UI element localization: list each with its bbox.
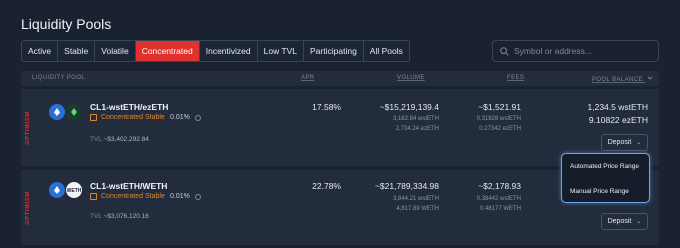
tab-stable[interactable]: Stable	[58, 41, 96, 61]
volume-token-b: 4,817.89 WETH	[396, 206, 439, 212]
wsteth-token-icon	[49, 182, 65, 198]
tab-incentivized[interactable]: Incentivized	[199, 41, 258, 61]
header-volume[interactable]: VOLUME	[397, 75, 425, 81]
deposit-label: Deposit	[607, 218, 632, 225]
fees-token-a: 0.31828 wstETH	[476, 116, 521, 122]
deposit-button[interactable]: Deposit ⌄	[601, 134, 648, 151]
tvl-label: TVL	[90, 213, 102, 220]
search-icon	[500, 46, 509, 56]
volume-token-a: 3,182.84 wstETH	[392, 116, 439, 122]
network-label: OPTIMISM	[25, 190, 31, 225]
deposit-button[interactable]: Deposit ⌄	[601, 213, 648, 230]
fees-value: ~$2,178.93	[478, 181, 521, 191]
header-apr[interactable]: APR	[301, 75, 315, 81]
search-input[interactable]	[514, 46, 654, 56]
chevron-down-icon: ⌄	[636, 219, 642, 225]
balance-token-a: 1,234.5 wstETH	[587, 102, 648, 112]
pool-type-icon	[90, 114, 97, 121]
svg-text:WETH: WETH	[67, 188, 81, 194]
tvl-value: ~$3,076,120.16	[103, 213, 149, 220]
apr-value: 17.58%	[312, 102, 341, 112]
pool-name[interactable]: CL1-wstETH/WETH	[90, 181, 167, 191]
network-label: OPTIMISM	[25, 110, 31, 145]
volume-value: ~$15,219,139.4	[379, 102, 439, 112]
tab-concentrated[interactable]: Concentrated	[135, 41, 200, 61]
fees-token-a: 0.38442 wstETH	[476, 196, 521, 202]
fees-token-b: 0.48177 WETH	[479, 206, 521, 212]
balance-token-b: 9.10822 ezETH	[588, 115, 648, 125]
table-header: LIQUIDITY POOL APR VOLUME FEES POOL BALA…	[21, 71, 659, 86]
pool-type-label: Concentrated Stable	[101, 193, 165, 200]
pool-fee: 0.01%	[170, 193, 190, 200]
wsteth-token-icon	[49, 104, 65, 120]
pool-type: Concentrated Stable	[90, 193, 165, 200]
header-pool-balance-label: POOL BALANCE	[592, 77, 643, 83]
volume-token-a: 3,844.21 wstETH	[392, 196, 439, 202]
pool-name[interactable]: CL1-wstETH/ezETH	[90, 102, 168, 112]
pool-type-icon	[90, 193, 97, 200]
volume-value: ~$21,789,334.98	[374, 181, 439, 191]
tvl-value: ~$3,402,292.84	[103, 136, 149, 143]
header-fees[interactable]: FEES	[507, 75, 524, 81]
tab-volatile[interactable]: Volatile	[95, 41, 136, 61]
chevron-down-icon: ⌄	[636, 140, 642, 146]
menu-item-manual-price-range[interactable]: Manual Price Range	[570, 188, 629, 195]
fees-value: ~$1,521.91	[478, 102, 521, 112]
menu-item-automated-price-range[interactable]: Automated Price Range	[570, 163, 639, 170]
page-title: Liquidity Pools	[21, 16, 112, 32]
volume-token-b: 2,734.24 ezETH	[395, 126, 439, 132]
pool-type: Concentrated Stable	[90, 114, 165, 121]
tab-active[interactable]: Active	[22, 41, 59, 61]
tab-participating[interactable]: Participating	[304, 41, 364, 61]
header-liquidity-pool: LIQUIDITY POOL	[32, 75, 86, 81]
apr-value: 22.78%	[312, 181, 341, 191]
tvl: TVL ~$3,402,292.84	[90, 136, 149, 143]
deposit-menu: Automated Price Range Manual Price Range	[561, 153, 650, 203]
info-icon[interactable]	[195, 115, 201, 121]
tvl: TVL ~$3,076,120.16	[90, 213, 149, 220]
pool-type-label: Concentrated Stable	[101, 114, 165, 121]
ezeth-token-icon	[66, 104, 82, 120]
search-box	[492, 40, 659, 62]
header-pool-balance[interactable]: POOL BALANCE	[592, 75, 653, 83]
fees-token-b: 0.27342 ezETH	[479, 126, 521, 132]
tab-low-tvl[interactable]: Low TVL	[257, 41, 305, 61]
deposit-label: Deposit	[607, 139, 632, 146]
pool-fee: 0.01%	[170, 114, 190, 121]
chevron-down-icon	[647, 76, 653, 80]
tab-all-pools[interactable]: All Pools	[363, 41, 409, 61]
pool-filter-tabs: Active Stable Volatile Concentrated Ince…	[21, 40, 410, 62]
weth-token-icon: WETH	[66, 182, 82, 198]
info-icon[interactable]	[195, 194, 201, 200]
tvl-label: TVL	[90, 136, 102, 143]
